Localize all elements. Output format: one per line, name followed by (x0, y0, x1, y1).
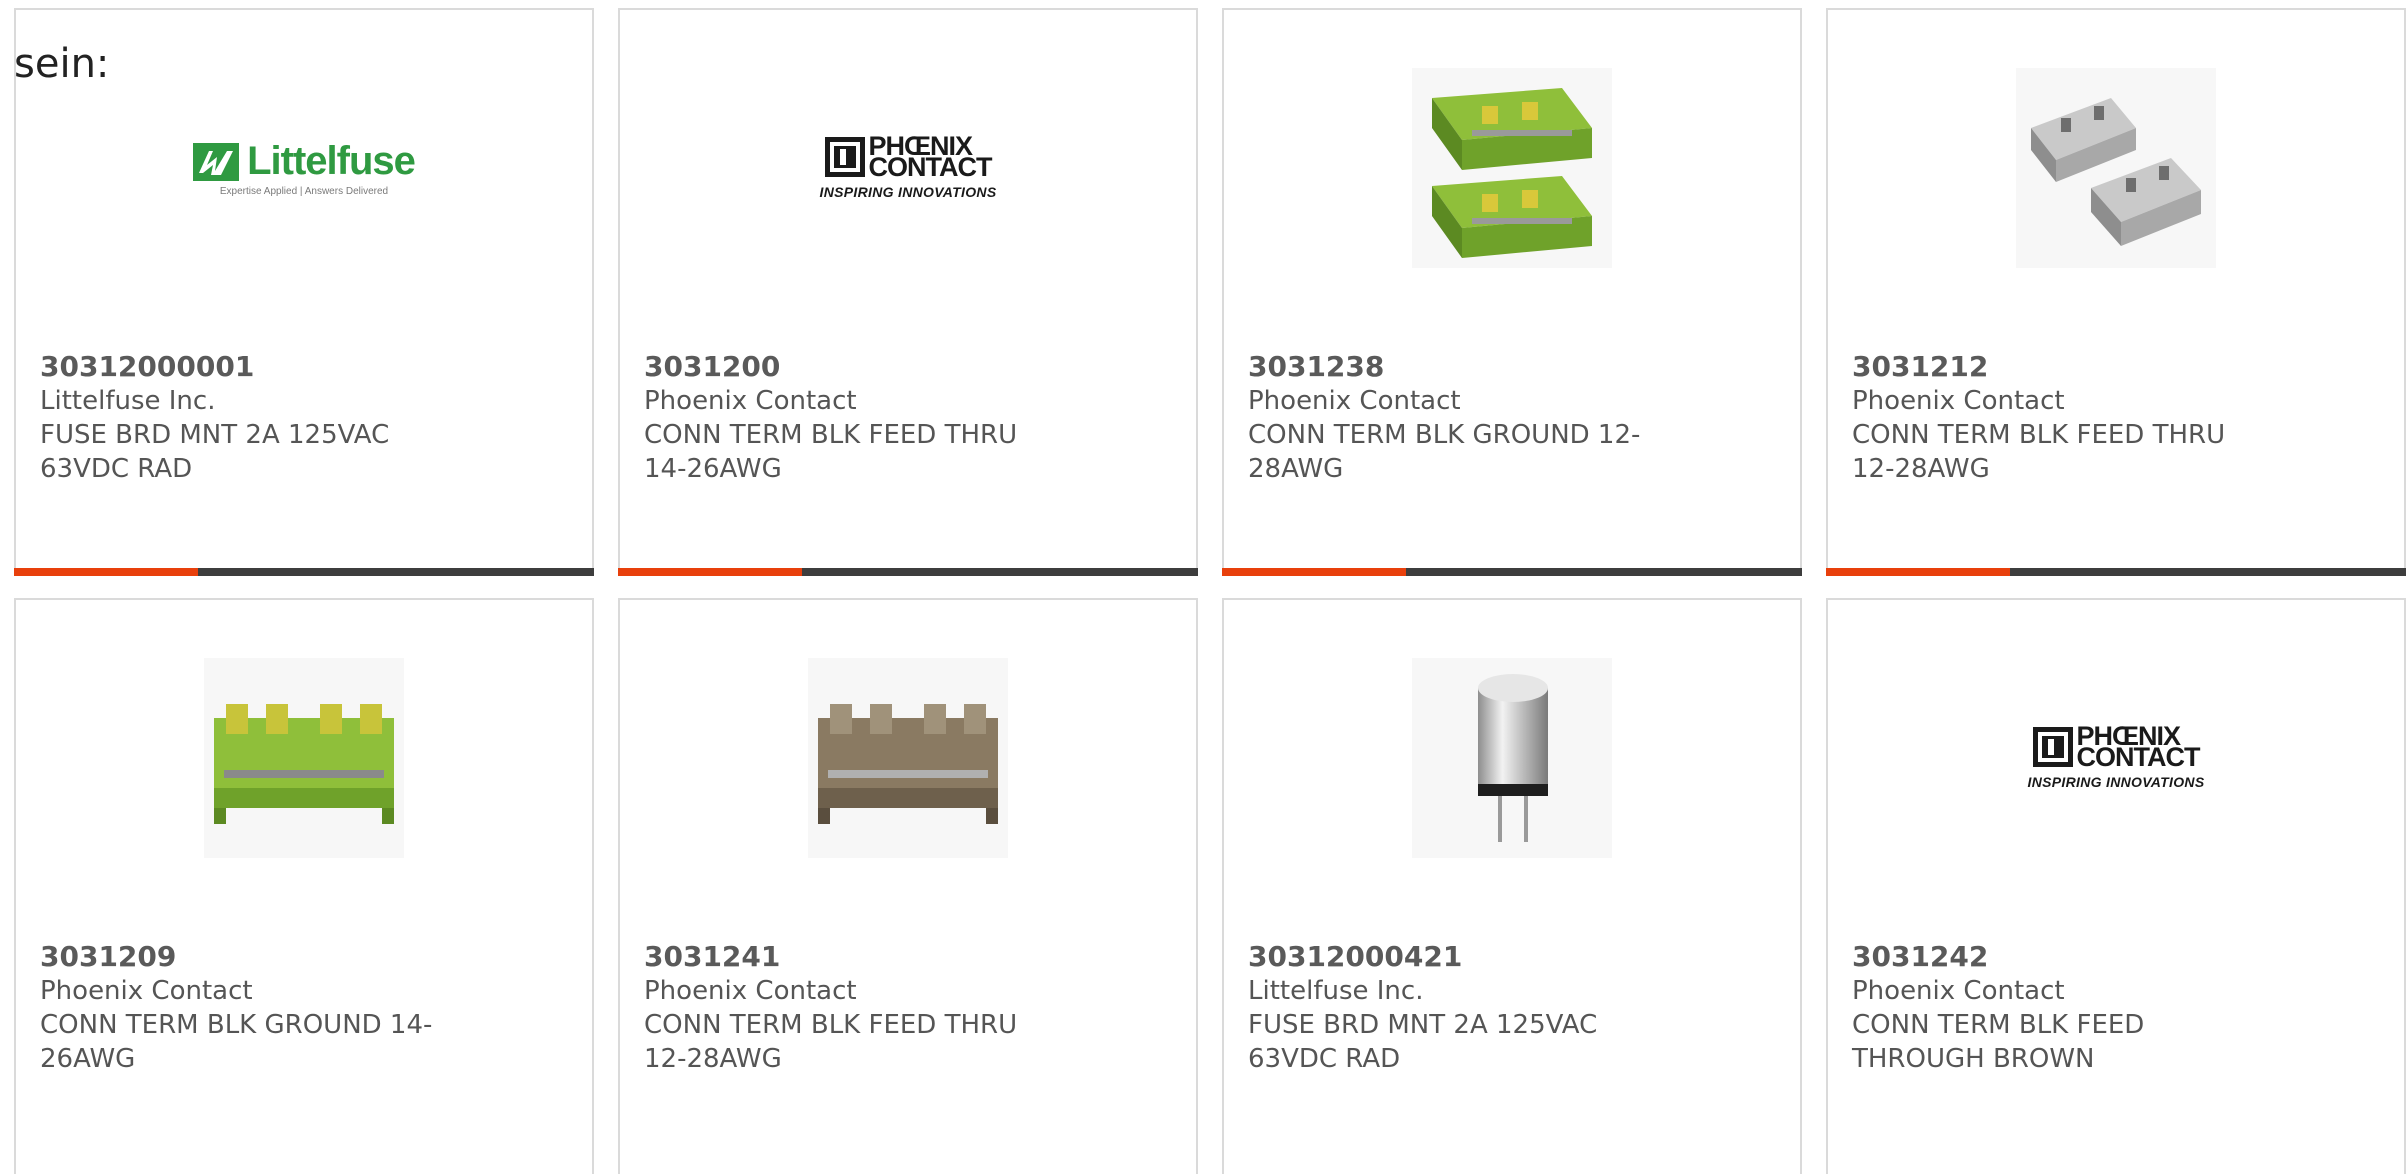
manufacturer: Littelfuse Inc. (1248, 976, 1424, 1006)
phoenix-contact-logo: PHŒNIX CONTACT INSPIRING INNOVATIONS (819, 133, 997, 201)
part-number[interactable]: 3031212 (1852, 350, 2380, 384)
product-card[interactable]: 30312000421 Littelfuse Inc. FUSE BRD MNT… (1222, 598, 1802, 1174)
manufacturer: Phoenix Contact (1248, 386, 1461, 416)
product-image[interactable]: PHŒNIX CONTACT INSPIRING INNOVATIONS (1828, 658, 2404, 858)
terminal-block-image (808, 658, 1008, 858)
terminal-block-image (204, 658, 404, 858)
manufacturer: Phoenix Contact (1852, 976, 2065, 1006)
product-card[interactable]: PHŒNIX CONTACT INSPIRING INNOVATIONS 303… (618, 8, 1198, 576)
part-number[interactable]: 3031242 (1852, 940, 2380, 974)
product-card[interactable]: 3031212 Phoenix Contact CONN TERM BLK FE… (1826, 8, 2406, 576)
phoenix-wordmark-line2: CONTACT (2076, 742, 2201, 772)
description: CONN TERM BLK GROUND 14-26AWG (40, 1010, 433, 1074)
littelfuse-logo: Littelfuse Expertise Applied | Answers D… (193, 139, 416, 197)
littelfuse-wordmark: Littelfuse (247, 139, 416, 183)
terminal-block-image (1412, 68, 1612, 268)
radial-fuse-image (1412, 658, 1612, 858)
littelfuse-tagline: Expertise Applied | Answers Delivered (219, 186, 389, 197)
product-image[interactable] (16, 658, 592, 858)
intro-text: sein: (14, 41, 110, 87)
manufacturer: Phoenix Contact (644, 976, 857, 1006)
phoenix-tagline: INSPIRING INNOVATIONS (2027, 774, 2205, 790)
terminal-block-image (2016, 68, 2216, 268)
product-image[interactable] (1828, 68, 2404, 268)
manufacturer: Phoenix Contact (1852, 386, 2065, 416)
product-card[interactable]: PHŒNIX CONTACT INSPIRING INNOVATIONS 303… (1826, 598, 2406, 1174)
phoenix-mark-icon (824, 137, 865, 177)
product-card[interactable]: 3031238 Phoenix Contact CONN TERM BLK GR… (1222, 8, 1802, 576)
product-card[interactable]: 3031241 Phoenix Contact CONN TERM BLK FE… (618, 598, 1198, 1174)
manufacturer: Littelfuse Inc. (40, 386, 216, 416)
description: CONN TERM BLK FEED THRU 14-26AWG (644, 420, 1018, 484)
product-grid: Littelfuse Expertise Applied | Answers D… (14, 8, 2408, 1174)
card-accent-bar (1222, 568, 1802, 576)
part-number[interactable]: 3031209 (40, 940, 568, 974)
description: CONN TERM BLK FEED THRU 12-28AWG (644, 1010, 1018, 1074)
description: CONN TERM BLK FEED THROUGH BROWN (1852, 1010, 2145, 1074)
manufacturer: Phoenix Contact (644, 386, 857, 416)
product-image[interactable]: PHŒNIX CONTACT INSPIRING INNOVATIONS (620, 68, 1196, 268)
part-number[interactable]: 3031241 (644, 940, 1172, 974)
phoenix-wordmark-line2: CONTACT (868, 152, 993, 182)
phoenix-tagline: INSPIRING INNOVATIONS (819, 184, 997, 200)
phoenix-contact-logo: PHŒNIX CONTACT INSPIRING INNOVATIONS (2027, 723, 2205, 791)
description: FUSE BRD MNT 2A 125VAC 63VDC RAD (40, 420, 390, 484)
description: FUSE BRD MNT 2A 125VAC 63VDC RAD (1248, 1010, 1598, 1074)
manufacturer: Phoenix Contact (40, 976, 253, 1006)
part-number[interactable]: 3031200 (644, 350, 1172, 384)
product-image[interactable] (1224, 658, 1800, 858)
part-number[interactable]: 3031238 (1248, 350, 1776, 384)
product-image[interactable]: Littelfuse Expertise Applied | Answers D… (16, 68, 592, 268)
product-image[interactable] (1224, 68, 1800, 268)
product-card[interactable]: 3031209 Phoenix Contact CONN TERM BLK GR… (14, 598, 594, 1174)
littelfuse-mark-icon (193, 142, 240, 181)
product-card[interactable]: Littelfuse Expertise Applied | Answers D… (14, 8, 594, 576)
part-number[interactable]: 30312000001 (40, 350, 568, 384)
description: CONN TERM BLK FEED THRU 12-28AWG (1852, 420, 2226, 484)
phoenix-mark-icon (2032, 727, 2073, 767)
product-image[interactable] (620, 658, 1196, 858)
card-accent-bar (618, 568, 1198, 576)
card-accent-bar (1826, 568, 2406, 576)
description: CONN TERM BLK GROUND 12-28AWG (1248, 420, 1641, 484)
card-accent-bar (14, 568, 594, 576)
part-number[interactable]: 30312000421 (1248, 940, 1776, 974)
